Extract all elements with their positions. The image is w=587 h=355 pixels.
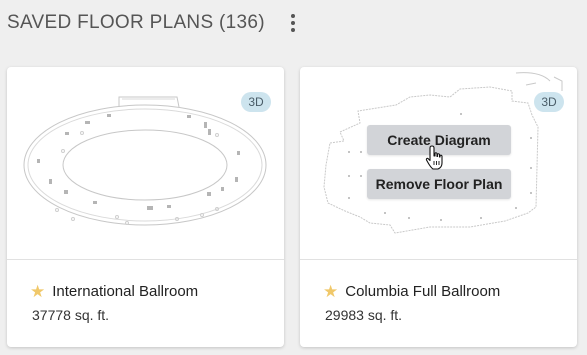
floor-plan-size: 29983 sq. ft. (325, 307, 403, 323)
hand-pointer-icon (425, 145, 443, 170)
page-header: SAVED FLOOR PLANS (136) (7, 12, 299, 34)
floor-plan-size: 37778 sq. ft. (32, 307, 110, 323)
page-title: SAVED FLOOR PLANS (136) (7, 12, 265, 33)
card-divider (7, 259, 284, 260)
3d-badge[interactable]: 3D (241, 92, 271, 112)
floor-plan-title-row: ★ Columbia Full Ballroom (323, 283, 500, 300)
floor-plan-name[interactable]: Columbia Full Ballroom (345, 283, 500, 300)
remove-floor-plan-button[interactable]: Remove Floor Plan (367, 169, 511, 199)
card-divider (300, 259, 577, 260)
floor-plan-card[interactable]: 3D Create Diagram Remove Floor Plan ★ Co… (300, 67, 577, 347)
more-vertical-icon[interactable] (287, 12, 299, 34)
star-icon[interactable]: ★ (323, 283, 338, 300)
star-icon[interactable]: ★ (30, 283, 45, 300)
floor-plan-card[interactable]: 3D ★ International Ballroom 37778 sq. ft… (7, 67, 284, 347)
3d-badge[interactable]: 3D (534, 92, 564, 112)
floor-plan-title-row: ★ International Ballroom (30, 283, 198, 300)
floor-plan-name[interactable]: International Ballroom (52, 283, 198, 300)
